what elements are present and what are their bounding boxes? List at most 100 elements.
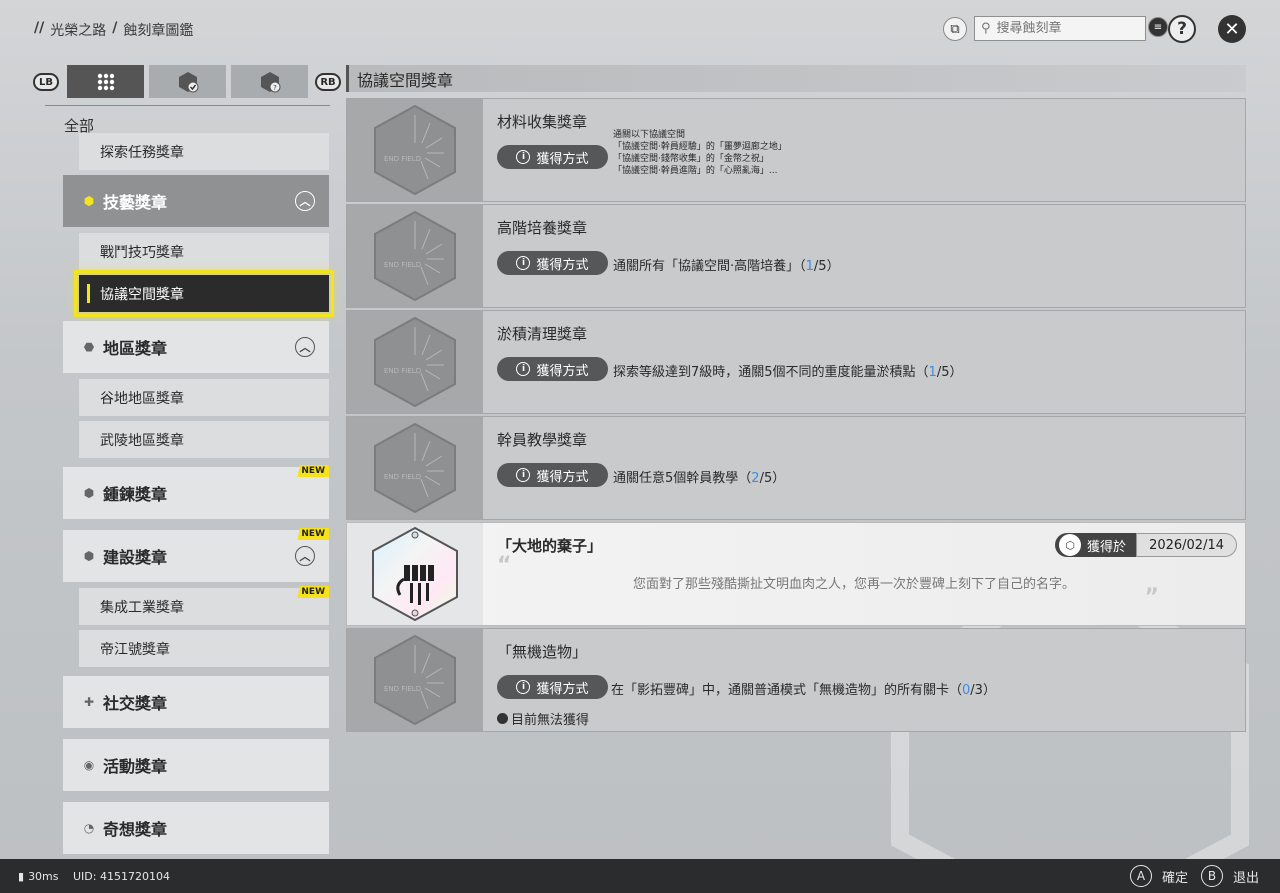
- tabs-divider: [45, 105, 330, 106]
- sidebar-item-combat[interactable]: 戰鬥技巧獎章: [79, 233, 329, 270]
- thumb-text: END FIELD: [384, 261, 421, 269]
- medal-description: 您面對了那些殘酷撕扯文明血肉之人，您再一次於豐碑上刻下了自己的名字。: [633, 577, 1076, 592]
- medal-thumbnail: END FIELD: [347, 629, 483, 731]
- earned-icon: ⬡: [1059, 534, 1082, 556]
- sidebar-category-label: 活動獎章: [103, 757, 168, 776]
- sidebar-item-explore[interactable]: 探索任務獎章: [79, 133, 329, 170]
- locked-hex-medal-icon: END FIELD: [374, 210, 456, 302]
- hex-question-icon: ?: [260, 71, 280, 92]
- medal-card[interactable]: END FIELD 高階培養獎章 i 獲得方式 通關所有「協議空間·高階培養」（…: [346, 204, 1246, 308]
- sidebar-item-label: 戰鬥技巧獎章: [100, 244, 184, 261]
- medal-condition: 探索等級達到7級時，通關5個不同的重度能量淤積點（1/5）: [613, 365, 963, 380]
- a-button-icon: A: [1130, 865, 1152, 887]
- sidebar-category-label: 奇想獎章: [103, 820, 168, 839]
- medal-card[interactable]: END FIELD 材料收集獎章 i 獲得方式 通關以下協議空間 「協議空間·幹…: [346, 98, 1246, 202]
- medal-condition: 通關任意5個幹員教學（2/5）: [613, 471, 786, 486]
- method-label: 獲得方式: [536, 151, 589, 167]
- chevron-up-icon[interactable]: ︿: [295, 337, 315, 357]
- social-icon: ✚: [83, 695, 95, 709]
- search-icon: ⚲: [981, 21, 991, 36]
- close-quote-icon: ”: [1144, 585, 1159, 610]
- filter-icon[interactable]: ⧉: [943, 17, 967, 41]
- sidebar-category-fantasy[interactable]: ◔ 奇想獎章: [63, 802, 329, 854]
- method-button[interactable]: i 獲得方式: [497, 357, 608, 381]
- grid-icon: [97, 73, 114, 90]
- medal-card-earned[interactable]: 「大地的棄子」 ⬡ 獲得於 2026/02/14 “ 您面對了那些殘酷撕扯文明血…: [346, 522, 1246, 626]
- tab-unearned[interactable]: ?: [231, 65, 308, 98]
- tab-earned[interactable]: [149, 65, 226, 98]
- sidebar-item-dijiang[interactable]: 帝江號獎章: [79, 630, 329, 667]
- medal-condition: 通關以下協議空間 「協議空間·幹員經驗」的「噩夢迴廊之地」 「協議空間·錢幣收集…: [613, 130, 787, 176]
- locked-hex-medal-icon: END FIELD: [374, 634, 456, 726]
- info-icon: i: [516, 680, 531, 694]
- sidebar-item-label: 帝江號獎章: [100, 641, 170, 658]
- earned-hex-medal-icon: [372, 526, 458, 622]
- list-icon[interactable]: ≡: [1148, 17, 1168, 37]
- method-button[interactable]: i 獲得方式: [497, 145, 608, 169]
- ping-value: 30ms: [28, 869, 59, 883]
- method-label: 獲得方式: [536, 257, 589, 273]
- medal-thumbnail: END FIELD: [347, 99, 483, 201]
- sidebar-item-industry[interactable]: 集成工業獎章 NEW: [79, 586, 329, 625]
- medal-name: 「無機造物」: [497, 643, 588, 661]
- search-input[interactable]: [996, 21, 1127, 36]
- medal-name: 「大地的棄子」: [497, 537, 603, 555]
- thumb-text: END FIELD: [384, 367, 421, 375]
- breadcrumb-item-root[interactable]: 光榮之路: [50, 20, 106, 40]
- medal-card[interactable]: END FIELD 「無機造物」 i 獲得方式 在「影拓豐碑」中，通關普通模式「…: [346, 628, 1246, 732]
- forge-icon: ⬢: [83, 486, 95, 500]
- sidebar-category-build[interactable]: ⬢ 建設獎章 NEW ︿: [63, 528, 329, 582]
- medal-card[interactable]: END FIELD 幹員教學獎章 i 獲得方式 通關任意5個幹員教學（2/5）: [346, 416, 1246, 520]
- lb-button[interactable]: LB: [33, 73, 59, 91]
- medal-name: 幹員教學獎章: [497, 431, 588, 449]
- sidebar-item-label: 武陵地區獎章: [100, 432, 184, 449]
- medal-name: 材料收集獎章: [497, 113, 588, 131]
- location-icon: ⬣: [83, 340, 95, 354]
- sidebar-item-label: 協議空間獎章: [100, 286, 184, 303]
- confirm-label: 確定: [1162, 870, 1189, 886]
- unavailable-label: 目前無法獲得: [511, 713, 590, 728]
- back-button[interactable]: B 退出: [1201, 865, 1259, 887]
- search-box[interactable]: ⚲: [974, 16, 1146, 41]
- sidebar-category-event[interactable]: ◉ 活動獎章: [63, 739, 329, 791]
- sidebar-category-forge[interactable]: ⬢ 鍾鍊獎章 NEW: [63, 465, 329, 519]
- rb-button[interactable]: RB: [315, 73, 341, 91]
- medal-card[interactable]: END FIELD 淤積清理獎章 i 獲得方式 探索等級達到7級時，通關5個不同…: [346, 310, 1246, 414]
- sidebar-category-social[interactable]: ✚ 社交獎章: [63, 676, 329, 728]
- locked-hex-medal-icon: END FIELD: [374, 316, 456, 408]
- progress-current: 1: [805, 259, 814, 274]
- sidebar-category-skill[interactable]: ⬢ 技藝獎章 ︿: [63, 175, 329, 227]
- earned-date: 2026/02/14: [1136, 533, 1237, 557]
- sidebar-item-valley[interactable]: 谷地地區獎章: [79, 379, 329, 416]
- b-button-icon: B: [1201, 865, 1223, 887]
- breadcrumb: // 光榮之路 / 蝕刻章圖鑑: [34, 20, 193, 40]
- sidebar-item-label: 谷地地區獎章: [100, 390, 184, 407]
- method-button[interactable]: i 獲得方式: [497, 251, 608, 275]
- earned-badge: ⬡ 獲得於 2026/02/14: [1055, 533, 1237, 557]
- confirm-button[interactable]: A 確定: [1130, 865, 1188, 887]
- build-icon: ⬢: [83, 549, 95, 563]
- sidebar-item-wuling[interactable]: 武陵地區獎章: [79, 421, 329, 458]
- close-button[interactable]: ✕: [1218, 15, 1246, 43]
- medal-thumbnail: END FIELD: [347, 205, 483, 307]
- open-quote-icon: “: [497, 553, 512, 578]
- sidebar-category-label: 鍾鍊獎章: [103, 485, 168, 504]
- sidebar-category-label: 建設獎章: [103, 548, 168, 567]
- tab-all[interactable]: [67, 65, 144, 98]
- sidebar-category-region[interactable]: ⬣ 地區獎章 ︿: [63, 321, 329, 373]
- info-icon: i: [516, 362, 531, 376]
- clock-icon: [497, 713, 508, 724]
- info-icon: i: [516, 468, 531, 482]
- help-button[interactable]: ?: [1168, 15, 1196, 43]
- thumb-text: END FIELD: [384, 155, 421, 163]
- sidebar-category-label: 技藝獎章: [103, 193, 168, 212]
- footer-bar: ▮ 30ms UID: 4151720104 A 確定 B 退出: [0, 859, 1280, 893]
- sidebar-item-protocol[interactable]: 協議空間獎章: [74, 270, 334, 317]
- locked-hex-medal-icon: END FIELD: [374, 104, 456, 196]
- method-button[interactable]: i 獲得方式: [497, 675, 608, 699]
- chevron-up-icon[interactable]: ︿: [295, 191, 315, 211]
- info-icon: i: [516, 256, 531, 270]
- method-button[interactable]: i 獲得方式: [497, 463, 608, 487]
- chevron-up-icon[interactable]: ︿: [295, 546, 315, 566]
- sidebar-category-label: 地區獎章: [103, 339, 168, 358]
